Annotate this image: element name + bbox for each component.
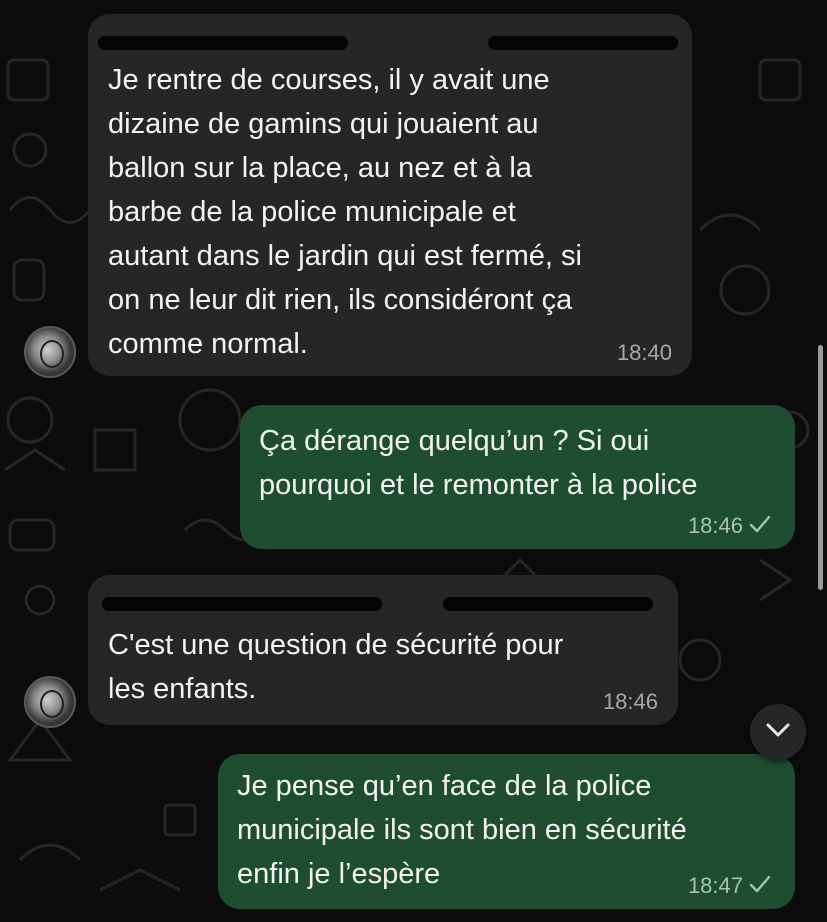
message-bubble-incoming[interactable]: C'est une question de sécurité pour les … <box>88 575 678 725</box>
scrollbar[interactable] <box>818 345 823 590</box>
message-text: C'est une question de sécurité pour les … <box>108 629 564 705</box>
message-meta: 18:40 <box>617 340 672 366</box>
message-time: 18:47 <box>687 873 743 898</box>
message-time: 18:46 <box>602 689 658 714</box>
redacted-sender-name <box>443 597 653 611</box>
message-time: 18:46 <box>687 513 743 538</box>
message-bubble-outgoing[interactable]: Ça dérange quelqu’un ? Si oui pourquoi e… <box>240 405 795 549</box>
redacted-sender-name <box>98 36 348 50</box>
chevron-down-icon <box>765 722 791 743</box>
message-time: 18:40 <box>616 340 672 365</box>
contact-avatar[interactable] <box>24 676 76 728</box>
message-bubble-incoming[interactable]: Je rentre de courses, il y avait une diz… <box>88 14 692 376</box>
check-icon <box>749 873 771 899</box>
scroll-to-bottom-button[interactable] <box>750 704 806 760</box>
message-text: Je rentre de courses, il y avait une diz… <box>108 64 582 360</box>
message-text: Je pense qu’en face de la police municip… <box>237 770 687 890</box>
message-text: Ça dérange quelqu’un ? Si oui pourquoi e… <box>259 425 698 501</box>
check-icon <box>749 513 771 539</box>
message-meta: 18:47 <box>688 873 771 899</box>
contact-avatar[interactable] <box>24 326 76 378</box>
message-meta: 18:46 <box>688 513 771 539</box>
redacted-sender-name <box>488 36 678 50</box>
message-meta: 18:46 <box>603 689 658 715</box>
message-bubble-outgoing[interactable]: Je pense qu’en face de la police municip… <box>218 754 795 909</box>
redacted-sender-name <box>102 597 382 611</box>
